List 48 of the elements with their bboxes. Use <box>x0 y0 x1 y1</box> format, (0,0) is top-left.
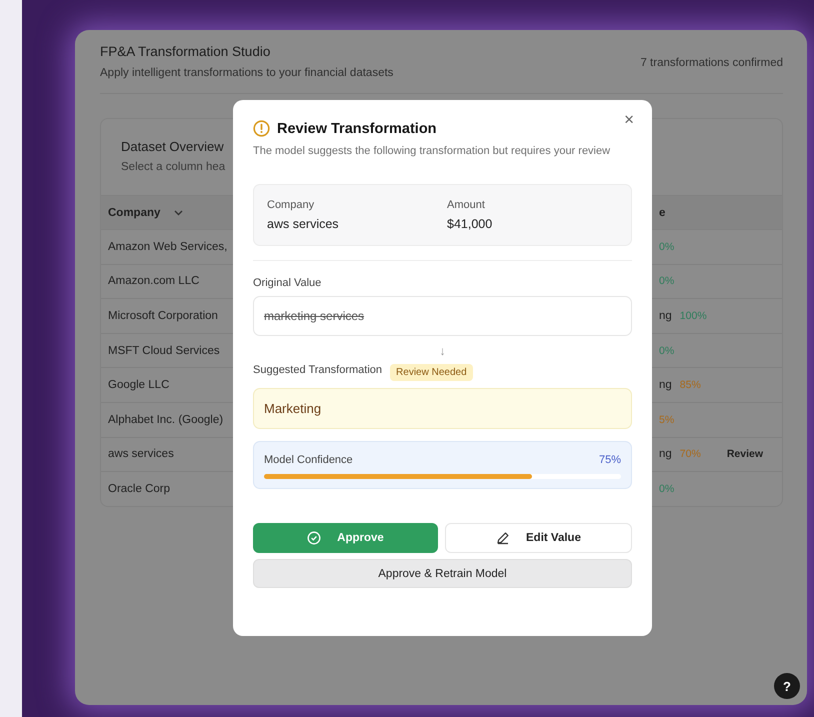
confidence-text: 100% <box>680 310 707 322</box>
confidence-text: 0% <box>659 240 674 253</box>
field-label: Suggested Transformation <box>253 364 382 376</box>
table-cell: MSFT Cloud Services <box>108 344 220 357</box>
suggested-value-field[interactable]: Marketing <box>253 388 632 429</box>
column-header[interactable]: Company <box>108 206 160 218</box>
table-cell: Amazon Web Services, <box>108 240 228 253</box>
confidence-text: 0% <box>659 482 674 495</box>
arrow-text: ↓ <box>440 344 446 358</box>
table-cell: ng <box>659 448 672 460</box>
close-button[interactable]: × <box>620 110 638 130</box>
field-label: Company <box>267 199 314 211</box>
confidence-text: 0% <box>659 275 674 288</box>
edit-value-button[interactable]: Edit Value <box>445 523 632 553</box>
column-header: e <box>659 206 666 218</box>
review-link[interactable]: Review <box>726 448 763 460</box>
field-label: Original Value <box>253 277 322 289</box>
table-cell: Google LLC <box>108 379 170 392</box>
field-label: Amount <box>447 199 485 211</box>
status-text: 7 transformations confirmed <box>640 56 783 68</box>
confidence-text: 85% <box>680 379 701 392</box>
table-cell: ng <box>659 379 672 392</box>
table-cell: Oracle Corp <box>108 482 170 495</box>
panel-title: Dataset Overview <box>121 139 224 154</box>
app-subtitle: Apply intelligent transformations to your financial datasets <box>100 67 394 79</box>
review-badge: Review Needed <box>390 364 473 381</box>
panel-hint: Select a column hea <box>121 161 226 173</box>
check-circle-icon <box>307 531 322 545</box>
dialog-title: Review Transformation <box>277 120 437 136</box>
original-value-field: marketing services <box>253 296 632 336</box>
approve-retrain-button[interactable]: Approve & Retrain Model <box>253 559 632 588</box>
dialog-description: The model suggests the following transformation but requires your review <box>253 144 610 159</box>
confidence-text: 70% <box>680 448 701 460</box>
warning-icon <box>253 120 270 137</box>
confidence-text: 0% <box>659 344 674 357</box>
table-cell: Alphabet Inc. (Google) <box>108 414 224 426</box>
field-value: aws services <box>267 217 339 231</box>
table-cell: aws services <box>108 448 174 460</box>
confidence-reading: 75% <box>598 454 621 466</box>
confidence-text: 5% <box>659 414 674 426</box>
pencil-icon <box>496 531 510 545</box>
table-cell: Amazon.com LLC <box>108 275 200 288</box>
app-title: FP&A Transformation Studio <box>100 44 272 59</box>
chevron-down-icon[interactable] <box>174 210 184 216</box>
field-value: $41,000 <box>447 217 492 231</box>
confidence-label: Model Confidence <box>264 454 353 466</box>
table-cell: ng <box>659 310 672 322</box>
table-cell: Microsoft Corporation <box>108 310 218 322</box>
